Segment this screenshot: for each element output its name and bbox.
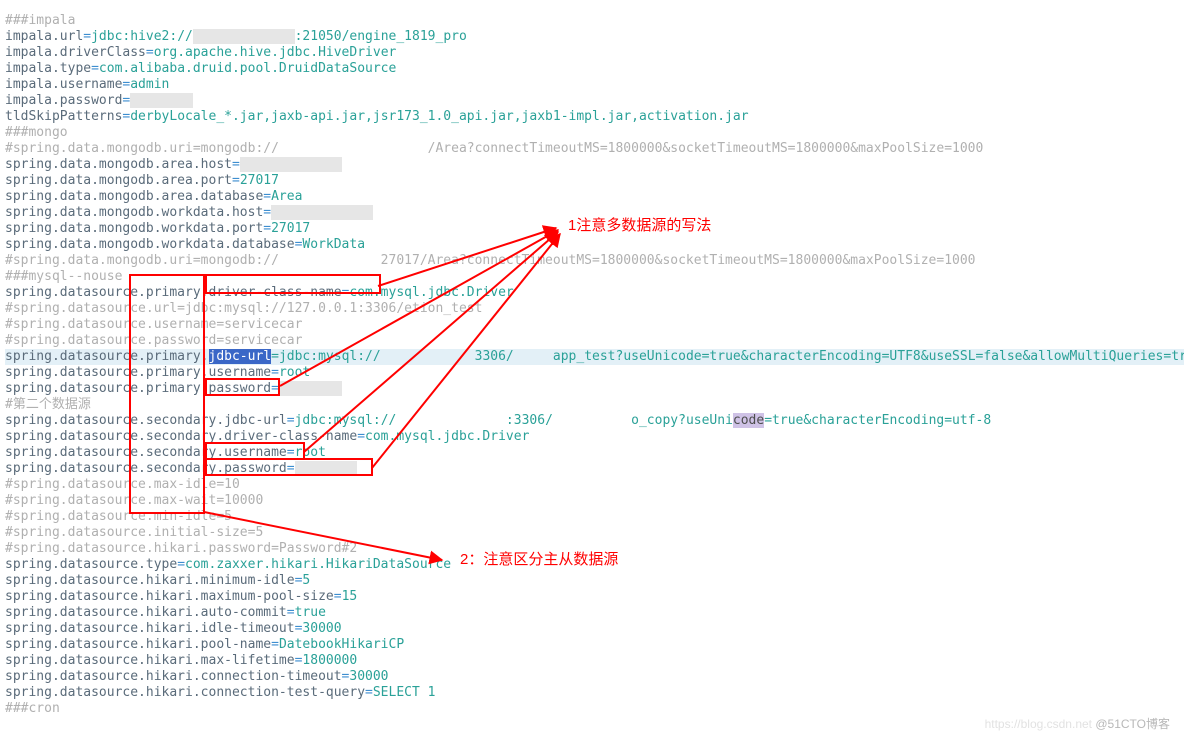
watermark-main: @51CTO博客 — [1095, 717, 1170, 731]
annotation-2: 2：注意区分主从数据源 — [460, 552, 618, 568]
code-block: ###impala impala.url=jdbc:hive2:// :2105… — [5, 13, 1184, 717]
watermark: https://blog.csdn.net @51CTO博客 — [985, 716, 1170, 732]
annotation-1: 1注意多数据源的写法 — [568, 218, 711, 234]
watermark-faint: https://blog.csdn.net — [985, 717, 1092, 731]
